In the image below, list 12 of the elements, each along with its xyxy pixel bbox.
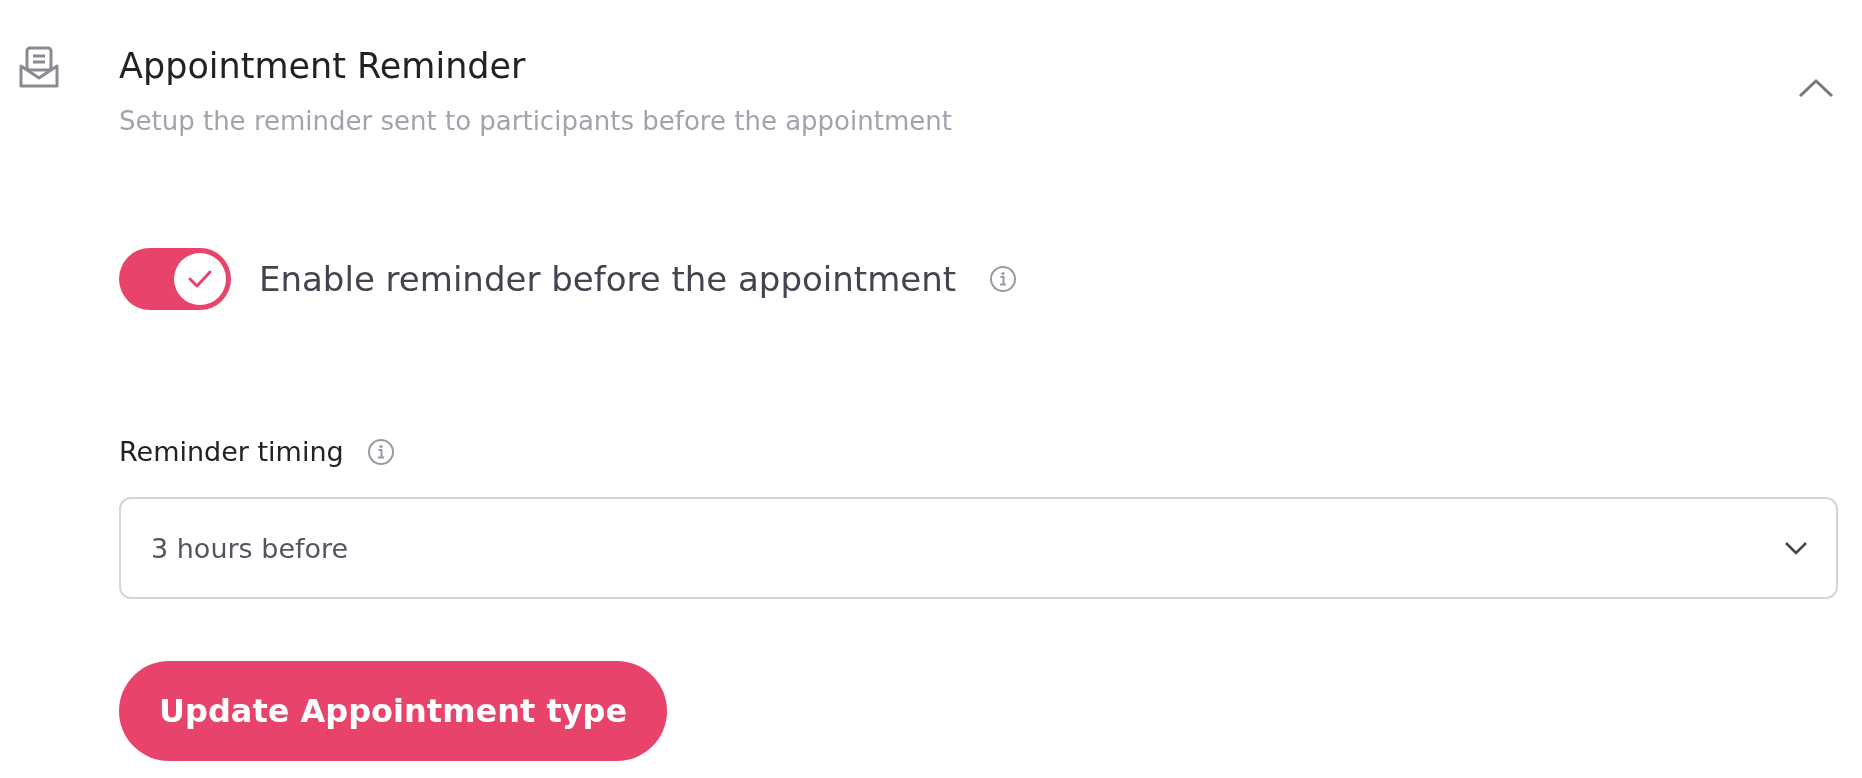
section-title: Appointment Reminder	[119, 45, 527, 88]
info-icon[interactable]	[988, 264, 1019, 294]
check-icon	[187, 268, 213, 290]
toggle-label: Enable reminder before the appointment	[259, 259, 957, 299]
info-icon[interactable]	[365, 436, 396, 467]
section-subtitle: Setup the reminder sent to participants before the appointment	[119, 106, 952, 136]
update-button[interactable]: Update Appointment type	[119, 661, 668, 761]
field-label: Reminder timing	[119, 436, 344, 467]
timing-dropdown[interactable]: 3 hours before	[119, 497, 1838, 599]
chevron-up-icon[interactable]	[1796, 76, 1836, 100]
chevron-down-icon[interactable]	[1784, 541, 1808, 555]
mail-icon	[18, 46, 60, 90]
